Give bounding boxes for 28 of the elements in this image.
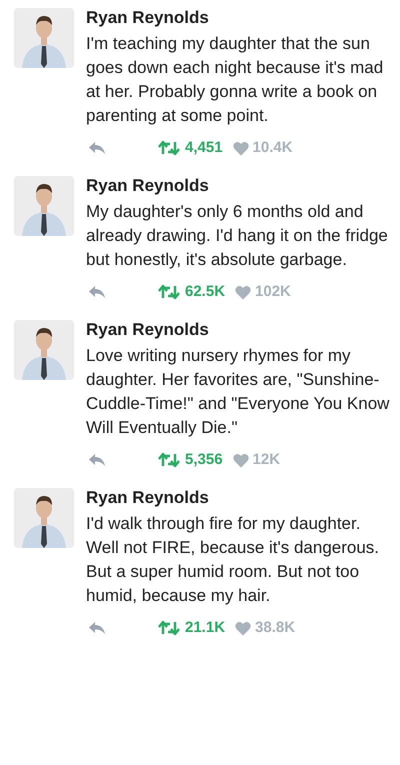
tweet-text: I'd walk through fire for my daughter. Well not FIRE, because it's dangerous. But a super humid room. But not too humid, because my hair. [86, 513, 380, 607]
like-count: 10.4K [252, 138, 293, 158]
author-name: Ryan Reynolds [86, 175, 210, 197]
retweet-icon[interactable] [158, 452, 180, 468]
author-name: Ryan Reynolds [86, 7, 210, 29]
retweet-count: 21.1K [185, 618, 226, 638]
heart-icon[interactable] [235, 284, 252, 300]
reply-icon[interactable] [88, 621, 106, 635]
reply-icon[interactable] [88, 285, 106, 299]
retweet-count: 4,451 [185, 138, 223, 158]
tweet-text: Love writing nursery rhymes for my daughter. Her favorites are, "Sunshine-Cuddle-Time!" and "Everyone You Know Will Eventually Die." [86, 345, 390, 439]
like-count: 38.8K [255, 618, 296, 638]
heart-icon[interactable] [235, 620, 252, 636]
heart-icon[interactable] [232, 140, 249, 156]
retweet-icon[interactable] [158, 620, 180, 636]
author-name: Ryan Reynolds [86, 487, 210, 509]
retweet-count: 62.5K [185, 282, 226, 302]
retweet-icon[interactable] [158, 284, 180, 300]
like-count: 102K [255, 282, 291, 302]
retweet-icon[interactable] [158, 140, 180, 156]
reply-icon[interactable] [88, 141, 106, 155]
like-count: 12K [252, 450, 280, 470]
heart-icon[interactable] [232, 452, 249, 468]
author-name: Ryan Reynolds [86, 319, 210, 341]
reply-icon[interactable] [88, 453, 106, 467]
tweet-text: I'm teaching my daughter that the sun goes down each night because it's mad at her. Probably gonna write a book on parenting at some point. [86, 33, 384, 127]
tweet-text: My daughter's only 6 months old and already drawing. I'd hang it on the fridge but honestly, it's absolute garbage. [86, 201, 389, 271]
retweet-count: 5,356 [185, 450, 223, 470]
